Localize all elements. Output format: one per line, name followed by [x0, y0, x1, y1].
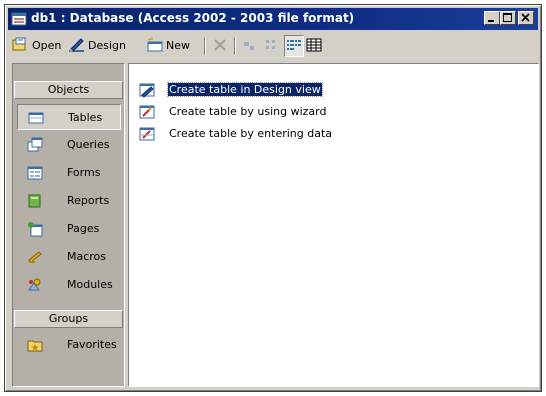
new-button[interactable]: New [146, 35, 190, 55]
form-icon [27, 166, 43, 180]
sidebar-item-modules[interactable]: Modules [17, 272, 121, 298]
details-view-button[interactable] [306, 35, 322, 55]
module-icon [28, 278, 41, 291]
list-item-label: Create table in Design view [167, 82, 323, 97]
details-view-icon [306, 38, 322, 52]
delete-icon [214, 39, 226, 51]
table-wizard-icon [139, 105, 155, 119]
sidebar-item-queries[interactable]: Queries [17, 132, 121, 158]
table-entry-icon [139, 127, 155, 141]
objects-bar: Objects Tables Queries Forms Reports Pag… [12, 63, 125, 387]
maximize-button[interactable] [500, 11, 516, 25]
report-icon [28, 194, 41, 208]
list-item-label: Create table by entering data [169, 127, 333, 140]
sidebar-item-label: Queries [67, 138, 110, 151]
list-item-label: Create table by using wizard [169, 105, 327, 118]
large-icons-button[interactable] [242, 35, 258, 55]
groups-header[interactable]: Groups [14, 310, 123, 328]
query-icon [27, 137, 43, 152]
design-icon [69, 38, 84, 52]
minimize-icon [488, 20, 494, 22]
sidebar-item-label: Macros [67, 250, 107, 263]
new-icon [147, 37, 163, 52]
sidebar-item-label: Reports [67, 194, 110, 207]
sidebar-item-label: Forms [67, 166, 101, 179]
sidebar-item-reports[interactable]: Reports [17, 188, 121, 214]
table-design-icon [139, 83, 155, 98]
macro-icon [28, 251, 42, 263]
minimize-button[interactable] [484, 11, 500, 25]
maximize-icon [503, 13, 512, 22]
sidebar-item-forms[interactable]: Forms [17, 160, 121, 186]
title-bar[interactable]: db1 : Database (Access 2002 - 2003 file … [8, 8, 538, 30]
database-window: db1 : Database (Access 2002 - 2003 file … [4, 4, 542, 392]
close-icon [521, 13, 530, 22]
small-icons-button[interactable] [264, 35, 280, 55]
design-label: Design [88, 38, 126, 52]
toolbar-separator [204, 37, 206, 55]
objects-header[interactable]: Objects [14, 81, 123, 99]
sidebar-item-label: Modules [67, 278, 113, 291]
large-icons-icon [244, 42, 254, 50]
list-view-button[interactable] [284, 35, 304, 57]
open-label: Open [32, 38, 62, 52]
sidebar-item-pages[interactable]: Pages [17, 216, 121, 242]
sidebar-item-macros[interactable]: Macros [17, 244, 121, 270]
sidebar-item-label: Favorites [67, 338, 117, 351]
toolbar: Open Design New [8, 32, 538, 58]
toolbar-separator [234, 37, 236, 55]
close-button[interactable] [518, 11, 534, 25]
open-button[interactable]: Open [12, 35, 61, 55]
list-view-icon [287, 40, 301, 50]
sidebar-item-label: Pages [67, 222, 100, 235]
open-icon [12, 37, 26, 51]
new-label: New [166, 38, 190, 52]
page-icon [28, 222, 43, 237]
favorites-folder-icon [27, 340, 43, 352]
window-title: db1 : Database (Access 2002 - 2003 file … [31, 11, 355, 25]
object-list: Create table in Design view Create table… [128, 63, 539, 387]
sidebar-item-favorites[interactable]: Favorites [17, 332, 121, 358]
delete-button[interactable] [212, 35, 228, 55]
table-icon [28, 112, 44, 124]
sidebar-item-label: Tables [68, 111, 103, 124]
small-icons-icon [266, 40, 275, 49]
sidebar-item-tables[interactable]: Tables [17, 104, 121, 130]
database-icon [11, 12, 27, 26]
design-button[interactable]: Design [68, 35, 126, 55]
